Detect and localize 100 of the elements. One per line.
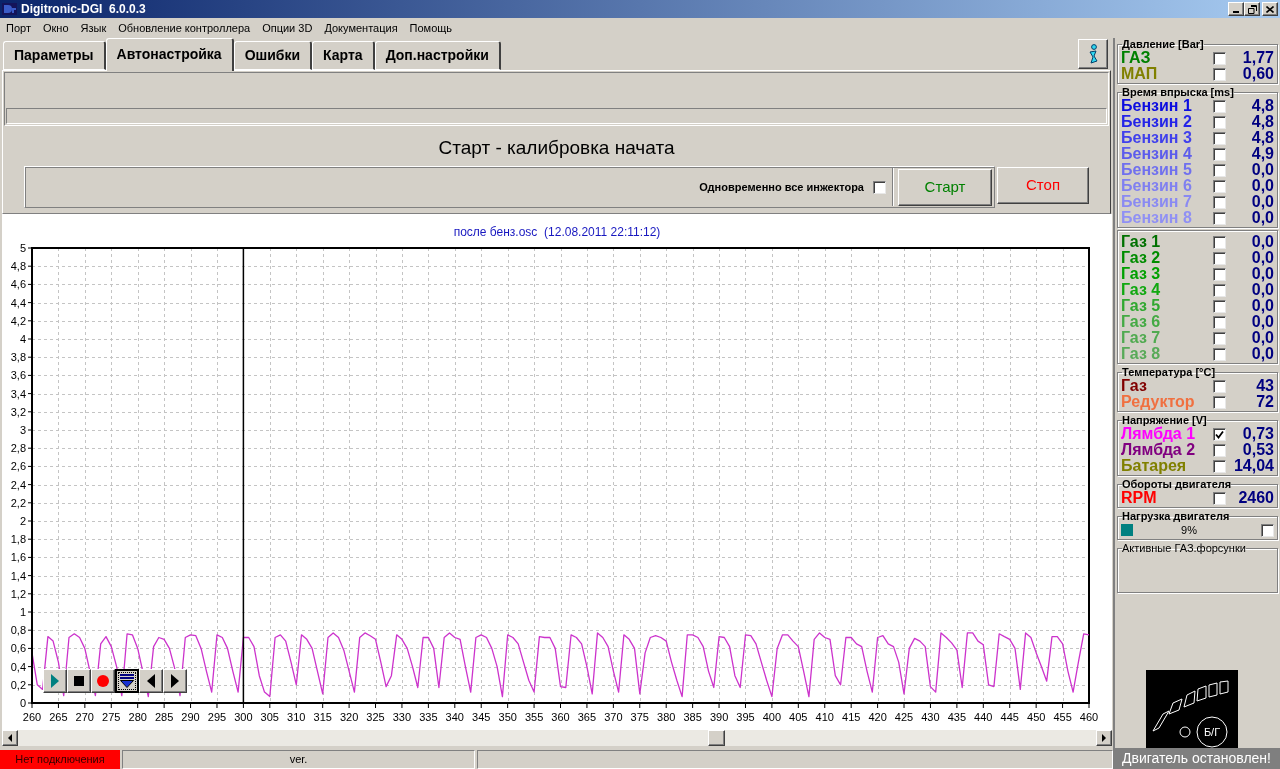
checkbox[interactable] (1213, 251, 1226, 265)
axis-tick-label: 435 (947, 711, 967, 723)
checkbox[interactable] (1213, 379, 1226, 393)
sensor-label: Газ 3 (1121, 266, 1162, 282)
menu-item[interactable]: Порт (0, 19, 37, 37)
menu-item[interactable]: Обновление контроллера (112, 19, 257, 37)
axis-tick-label: 455 (1053, 711, 1072, 723)
axis-tick-label: 4 (19, 333, 26, 345)
sensor-label: Лямбда 2 (1121, 442, 1197, 458)
injector-segment (1208, 682, 1218, 698)
checkbox[interactable] (1213, 147, 1226, 161)
checkbox[interactable] (1213, 163, 1226, 177)
checkbox[interactable] (1213, 51, 1226, 65)
injector-segment (1183, 690, 1196, 708)
play-button[interactable] (43, 669, 67, 693)
checkbox[interactable] (1261, 523, 1274, 537)
checkbox[interactable] (1213, 195, 1226, 209)
left-triangle-icon (147, 674, 155, 688)
calibration-heading: Старт - калибровка начата (438, 137, 675, 159)
close-button[interactable] (1262, 2, 1278, 16)
tab[interactable]: Параметры (3, 41, 106, 70)
tab[interactable]: Доп.настройки (374, 41, 501, 70)
checkbox[interactable] (1213, 67, 1226, 81)
checkbox[interactable] (1213, 211, 1226, 225)
menu-item[interactable]: Документация (318, 19, 404, 37)
group-title: Время впрыска [ms] (1122, 86, 1234, 98)
tab[interactable]: Ошибки (233, 41, 313, 70)
menu-item[interactable]: Опции 3D (256, 19, 319, 37)
axis-tick-label: 4,8 (10, 260, 26, 273)
sensor-value: 4,8 (1250, 130, 1274, 146)
axis-tick-label: 3,4 (10, 387, 26, 400)
checkbox[interactable] (1213, 235, 1226, 249)
axis-tick-label: 425 (894, 711, 914, 723)
axis-tick-label: 460 (1079, 711, 1099, 723)
axis-tick-label: 440 (974, 711, 993, 723)
window-title: Digitronic-DGI 6.0.0.3 (21, 1, 146, 18)
group-title: Давление [Bar] (1122, 38, 1204, 50)
sensor-value: 0,0 (1250, 194, 1274, 210)
menu-item[interactable]: Язык (74, 19, 113, 37)
tab[interactable]: Автонастройка (105, 38, 234, 71)
checkbox[interactable] (873, 180, 886, 194)
checkbox[interactable] (1213, 491, 1226, 505)
checkbox[interactable] (1213, 443, 1226, 457)
checkbox[interactable] (1213, 179, 1226, 193)
back-button[interactable] (139, 669, 163, 693)
scrollbar-thumb[interactable] (708, 730, 725, 746)
checkbox[interactable] (1213, 115, 1226, 129)
axis-tick-label: 0,6 (10, 642, 26, 655)
axis-tick-label: 1,2 (10, 587, 26, 600)
axis-tick-label: 375 (630, 711, 649, 723)
checkbox-label: Одновременно все инжектора (699, 179, 864, 195)
injector-segment (1168, 698, 1183, 715)
checkbox[interactable] (1213, 459, 1226, 473)
stop-playback-button[interactable] (67, 669, 91, 693)
sensor-value: 0,60 (1241, 66, 1274, 82)
sensor-label: Газ 6 (1121, 314, 1162, 330)
checkbox[interactable] (1213, 299, 1226, 313)
info-button[interactable] (1078, 39, 1108, 69)
axis-tick-label: 410 (815, 711, 834, 723)
marker-button[interactable] (115, 669, 139, 693)
menu-item[interactable]: Окно (36, 19, 75, 37)
checkbox[interactable] (1213, 99, 1226, 113)
axis-tick-label: 320 (339, 711, 359, 723)
axis-tick-label: 3,2 (10, 405, 26, 418)
right-arrow-icon (1102, 734, 1106, 742)
restore-button[interactable] (1244, 2, 1260, 16)
fuel-mode-label: Б/Г (1203, 726, 1221, 738)
record-button[interactable] (91, 669, 115, 693)
tab[interactable]: Карта (312, 41, 375, 70)
menu-item[interactable]: Помощь (403, 19, 459, 37)
sensor-value: 1,77 (1241, 50, 1274, 66)
axis-tick-label: 290 (181, 711, 200, 723)
sensor-label: Бензин 6 (1121, 178, 1193, 194)
scroll-left-button[interactable] (2, 730, 18, 746)
checkbox[interactable] (1213, 315, 1226, 329)
minimize-button[interactable] (1228, 2, 1244, 16)
checkbox[interactable] (1213, 283, 1226, 297)
checkbox[interactable] (1213, 395, 1226, 409)
checkbox[interactable] (1213, 427, 1226, 441)
sensor-label: Бензин 4 (1121, 146, 1193, 162)
group-title: Температура [°C] (1122, 366, 1216, 378)
checkbox[interactable] (1213, 131, 1226, 145)
axis-tick-label: 340 (445, 711, 464, 723)
axis-tick-label: 0 (19, 697, 26, 709)
axis-tick-label: 5 (19, 242, 26, 254)
checkbox[interactable] (1213, 347, 1226, 361)
axis-tick-label: 385 (683, 711, 702, 723)
sensor-value: 4,8 (1250, 114, 1274, 130)
axis-tick-label: 280 (128, 711, 147, 723)
sensor-value: 4,9 (1250, 146, 1274, 162)
sensor-value: 4,8 (1250, 98, 1274, 114)
checkbox[interactable] (1213, 331, 1226, 345)
sensor-label: Редуктор (1121, 394, 1196, 410)
scroll-right-button[interactable] (1096, 730, 1112, 746)
checkbox[interactable] (1213, 267, 1226, 281)
forward-button[interactable] (163, 669, 187, 693)
chart-title: после бенз.osc (12.08.2011 22:11:12) (453, 225, 661, 241)
axis-tick-label: 3,8 (10, 351, 26, 364)
axis-tick-label: 335 (419, 711, 438, 723)
sensor-label: Газ 2 (1121, 250, 1162, 266)
